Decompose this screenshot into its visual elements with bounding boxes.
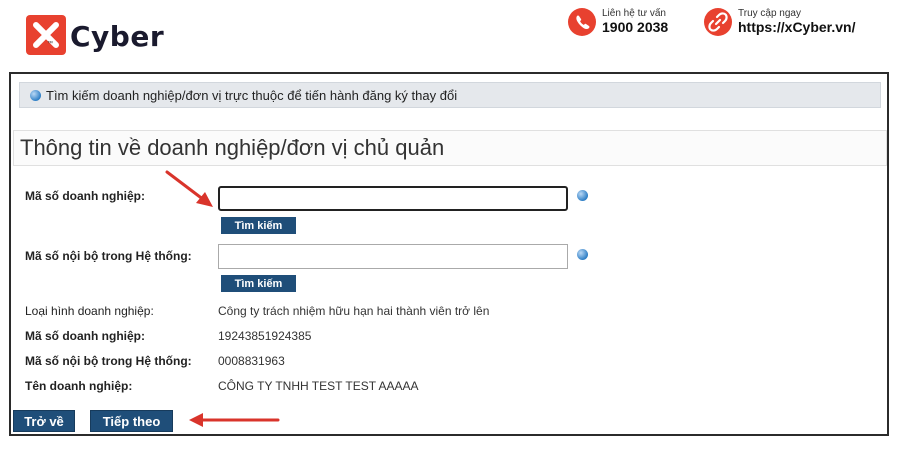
annotation-arrows [165, 170, 280, 427]
annotation-arrow [165, 170, 213, 207]
annotation-arrow [189, 413, 280, 427]
